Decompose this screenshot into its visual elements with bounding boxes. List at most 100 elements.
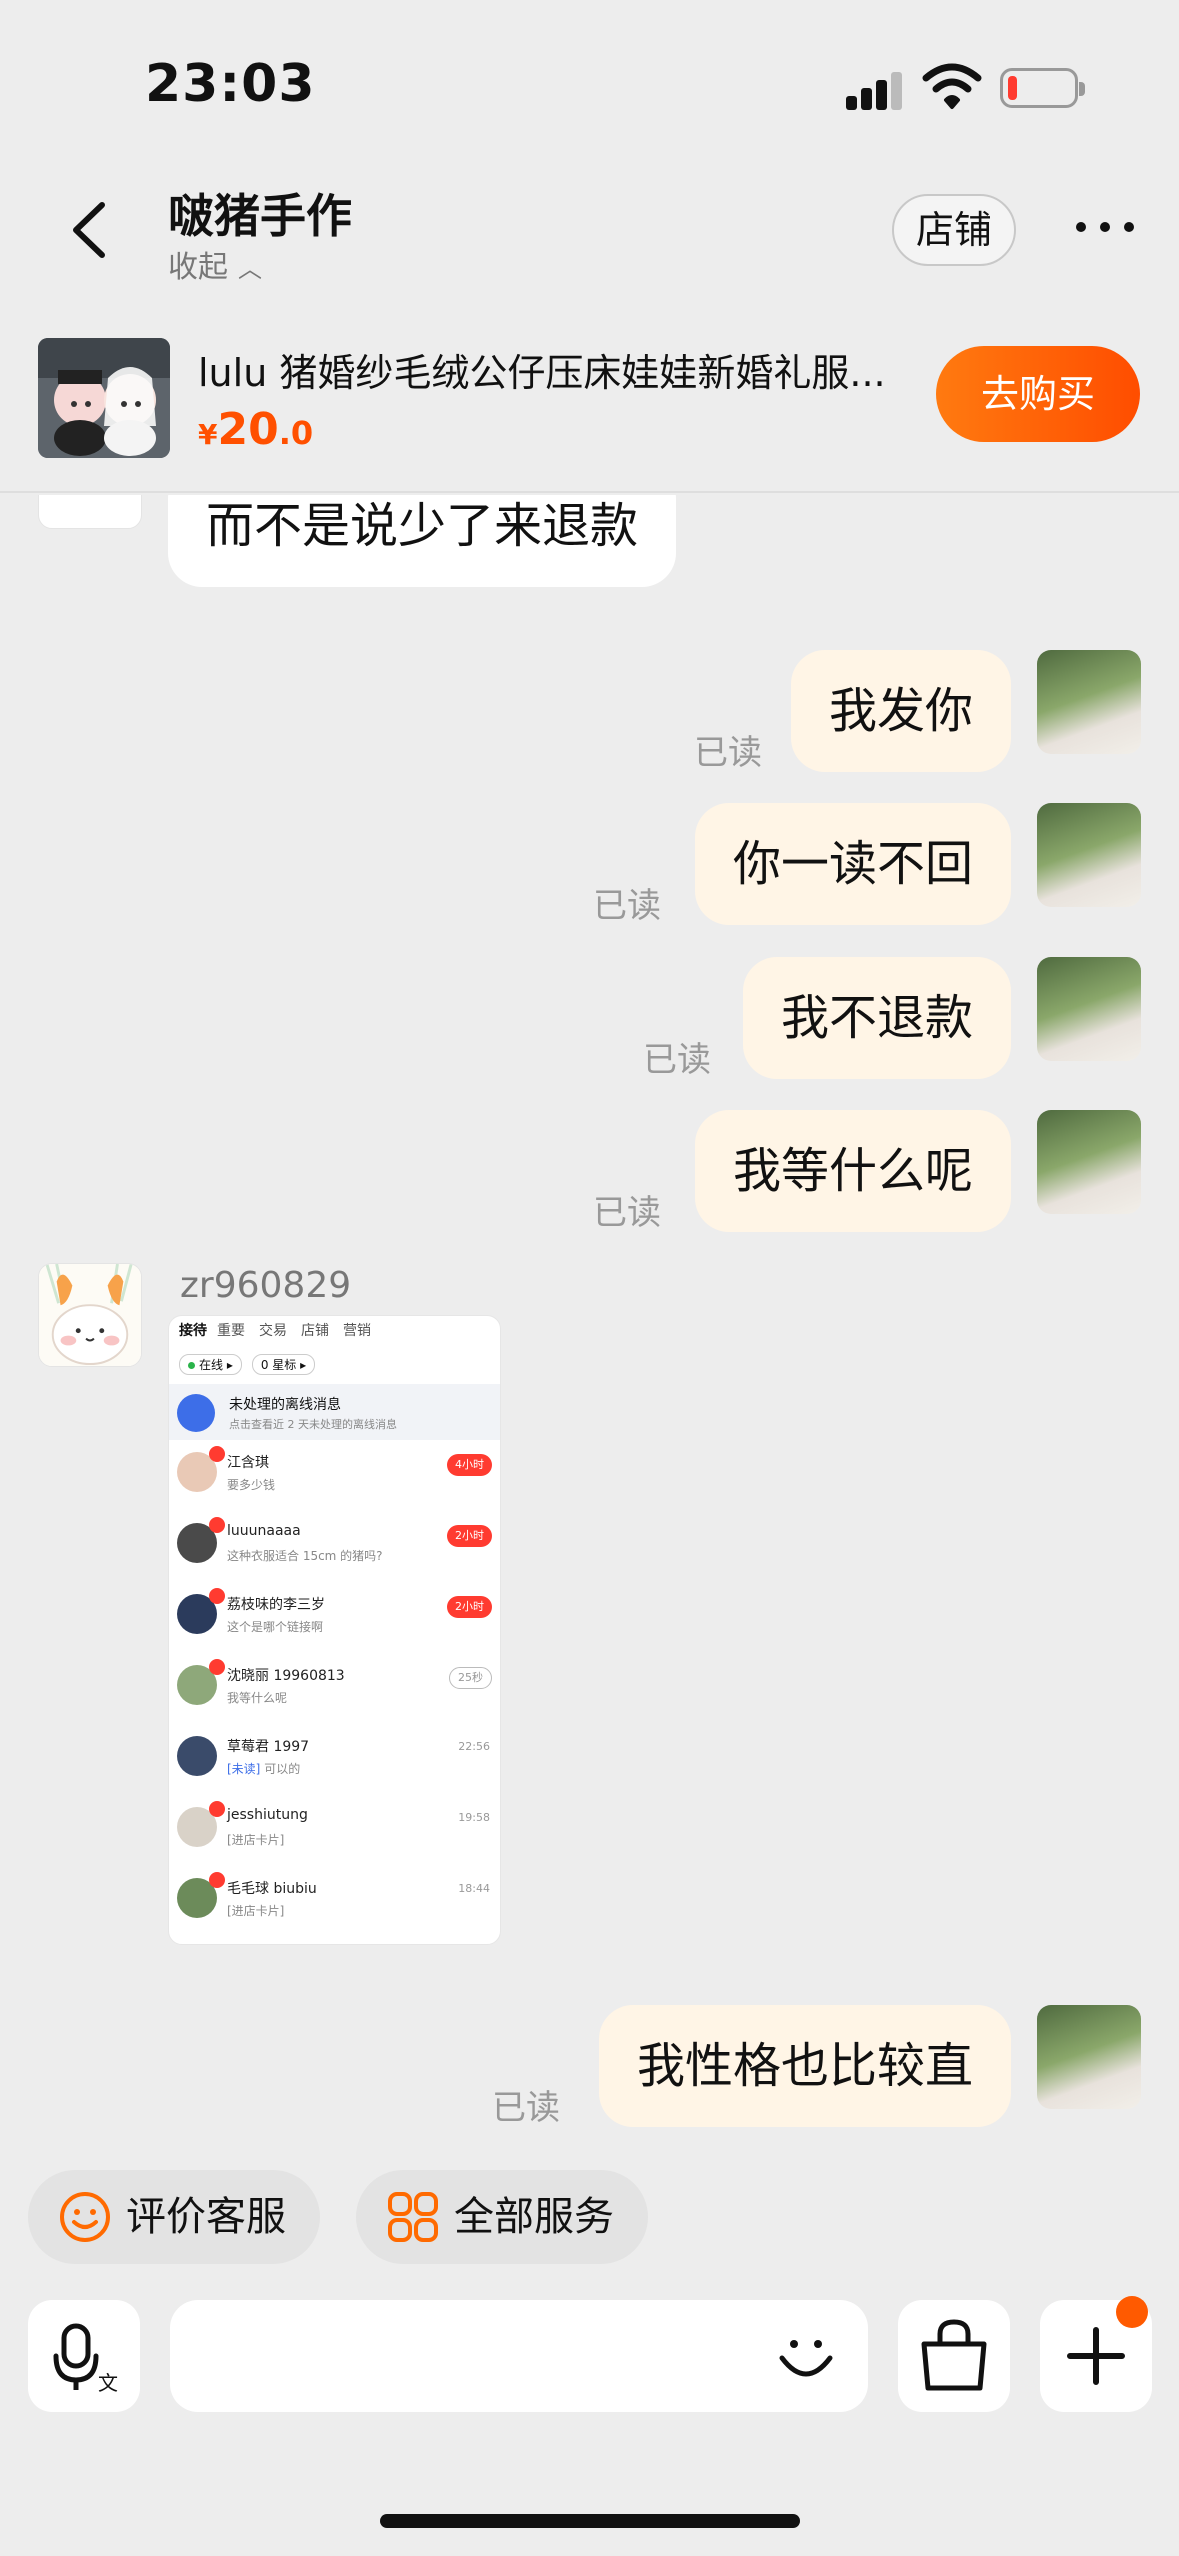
home-indicator[interactable] xyxy=(380,2514,800,2528)
product-title[interactable]: lulu 猪婚纱毛绒公仔压床娃娃新婚礼服... xyxy=(198,342,886,397)
contact-avatar[interactable] xyxy=(38,495,142,529)
shot-row-msg: [未读] 可以的 xyxy=(227,1760,300,1777)
shot-notice-title: 未处理的离线消息 xyxy=(229,1397,341,1413)
shot-row-msg: 我等什么呢 xyxy=(227,1691,288,1705)
cellular-signal-icon xyxy=(846,70,904,110)
shot-tab: 店铺 xyxy=(301,1323,329,1339)
chevron-up-icon: ︿ xyxy=(238,255,262,283)
shot-tabs: 接待 重要 交易 店铺 营销 xyxy=(169,1316,500,1346)
shot-row-tag: 2小时 xyxy=(447,1596,492,1618)
collapse-toggle[interactable]: 收起 ︿ xyxy=(168,242,262,286)
price-decimal: .0 xyxy=(278,414,314,452)
shot-row-name: 草莓君 1997 xyxy=(227,1739,310,1755)
message-bubble-left[interactable]: 而不是说少了来退款 xyxy=(168,495,677,587)
store-button[interactable]: 店铺 xyxy=(892,194,1016,266)
shot-row-msg: 这个是哪个链接啊 xyxy=(227,1620,324,1634)
read-status: 已读 xyxy=(643,1040,711,1080)
shot-tab: 接待 xyxy=(179,1323,207,1339)
product-card[interactable]: lulu 猪婚纱毛绒公仔压床娃娃新婚礼服... ¥20.0 去购买 xyxy=(0,318,1179,493)
unread-badge xyxy=(209,1588,225,1604)
rate-service-label: 评价客服 xyxy=(126,2194,286,2240)
product-thumbnail[interactable] xyxy=(38,338,170,458)
shot-tab: 重要 xyxy=(217,1323,245,1339)
shot-tab: 营销 xyxy=(343,1323,371,1339)
shot-row-name: 毛毛球 biubiu xyxy=(227,1881,317,1897)
user-avatar[interactable] xyxy=(1037,2005,1141,2109)
shot-row: 江含琪 要多少钱 4小时 xyxy=(169,1440,500,1511)
status-bar: 23:03 xyxy=(0,0,1179,150)
shot-notice: 未处理的离线消息 点击查看近 2 天未处理的离线消息 xyxy=(169,1384,500,1440)
shot-filter-star: 0 星标 ▸ xyxy=(251,1354,316,1375)
shop-title: 啵猪手作 xyxy=(168,189,352,243)
message-bubble-right[interactable]: 我不退款 xyxy=(742,957,1011,1079)
shot-row-tag: 4小时 xyxy=(447,1454,492,1476)
unread-badge xyxy=(209,1446,225,1462)
wifi-icon xyxy=(922,63,982,109)
message-bubble-right[interactable]: 我性格也比较直 xyxy=(598,2005,1011,2127)
message-input[interactable] xyxy=(194,2326,734,2386)
unread-badge xyxy=(209,1801,225,1817)
message-bubble-right[interactable]: 我发你 xyxy=(790,650,1011,772)
image-message[interactable]: 接待 重要 交易 店铺 营销 在线 ▸ 0 星标 ▸ 未处理的离线消息 点击查看近 2 天… xyxy=(168,1315,501,1945)
shopping-bag-icon xyxy=(921,2319,987,2391)
shot-row-msg: [进店卡片] xyxy=(227,1904,285,1918)
shot-row-msg-text: 可以的 xyxy=(264,1762,301,1776)
user-avatar[interactable] xyxy=(1037,957,1141,1061)
read-status: 已读 xyxy=(694,733,762,773)
microphone-icon: 文 xyxy=(53,2323,118,2395)
shot-filter-label: 0 星标 xyxy=(260,1358,297,1372)
shot-row-tag: 2小时 xyxy=(447,1525,492,1547)
contact-avatar[interactable] xyxy=(38,1263,142,1367)
unread-badge xyxy=(209,1872,225,1888)
shot-row: 沈晓丽 19960813 我等什么呢 25秒 xyxy=(169,1653,500,1724)
more-icon[interactable] xyxy=(1076,212,1138,242)
shot-tab: 交易 xyxy=(259,1323,287,1339)
shot-row-msg: 要多少钱 xyxy=(227,1478,276,1492)
shot-row: 草莓君 1997 [未读] 可以的 22:56 xyxy=(169,1724,500,1795)
sender-name: zr960829 xyxy=(180,1265,352,1306)
shot-row-name: luuunaaaa xyxy=(227,1523,301,1539)
shot-row-name: 江含琪 xyxy=(227,1455,269,1471)
shopping-bag-button[interactable] xyxy=(898,2300,1010,2412)
shot-avatar xyxy=(177,1736,217,1776)
price-integer: 20 xyxy=(217,404,279,455)
back-arrow-icon[interactable] xyxy=(60,195,120,265)
status-time: 23:03 xyxy=(145,54,316,114)
svg-text:文: 文 xyxy=(98,2371,118,2395)
all-services-button[interactable]: 全部服务 xyxy=(356,2170,648,2264)
shot-row: jesshiutung [进店卡片] 19:58 xyxy=(169,1795,500,1866)
buy-button[interactable]: 去购买 xyxy=(936,346,1140,442)
message-list[interactable]: 而不是说少了来退款 已读 我发你 已读 你一读不回 已读 我不退款 已读 我等什… xyxy=(0,495,1179,2155)
all-services-label: 全部服务 xyxy=(454,2194,614,2240)
rate-service-button[interactable]: 评价客服 xyxy=(28,2170,320,2264)
battery-icon xyxy=(1000,68,1085,108)
shot-row-name: jesshiutung xyxy=(227,1807,308,1823)
price-currency: ¥ xyxy=(198,418,218,451)
user-avatar[interactable] xyxy=(1037,650,1141,754)
shot-row-time: 18:44 xyxy=(458,1882,490,1895)
read-status: 已读 xyxy=(593,1193,661,1233)
shot-filter-label: 在线 xyxy=(199,1358,224,1372)
shot-filter-online: 在线 ▸ xyxy=(179,1354,242,1375)
shot-row-msg: [进店卡片] xyxy=(227,1833,285,1847)
shot-row-name: 沈晓丽 19960813 xyxy=(227,1668,345,1684)
chat-header: 啵猪手作 收起 ︿ 店铺 xyxy=(0,150,1179,310)
voice-input-button[interactable]: 文 xyxy=(28,2300,140,2412)
user-avatar[interactable] xyxy=(1037,803,1141,907)
emoji-icon[interactable] xyxy=(774,2324,838,2388)
message-icon xyxy=(177,1394,215,1432)
user-avatar[interactable] xyxy=(1037,1110,1141,1214)
collapse-label: 收起 xyxy=(168,250,228,285)
grid-icon xyxy=(388,2192,438,2242)
product-price: ¥20.0 xyxy=(198,404,313,455)
shot-row-time: 22:56 xyxy=(458,1740,490,1753)
notification-dot xyxy=(1116,2296,1148,2328)
shot-row-name: 荔枝味的李三岁 xyxy=(227,1597,325,1613)
message-input-field[interactable] xyxy=(170,2300,868,2412)
shot-row-tag: 25秒 xyxy=(449,1667,492,1689)
shot-notice-sub: 点击查看近 2 天未处理的离线消息 xyxy=(229,1418,397,1431)
message-bubble-right[interactable]: 你一读不回 xyxy=(694,803,1011,925)
message-bubble-right[interactable]: 我等什么呢 xyxy=(694,1110,1011,1232)
shot-row: 毛毛球 biubiu [进店卡片] 18:44 xyxy=(169,1866,500,1937)
unread-prefix: [未读] xyxy=(227,1762,261,1776)
